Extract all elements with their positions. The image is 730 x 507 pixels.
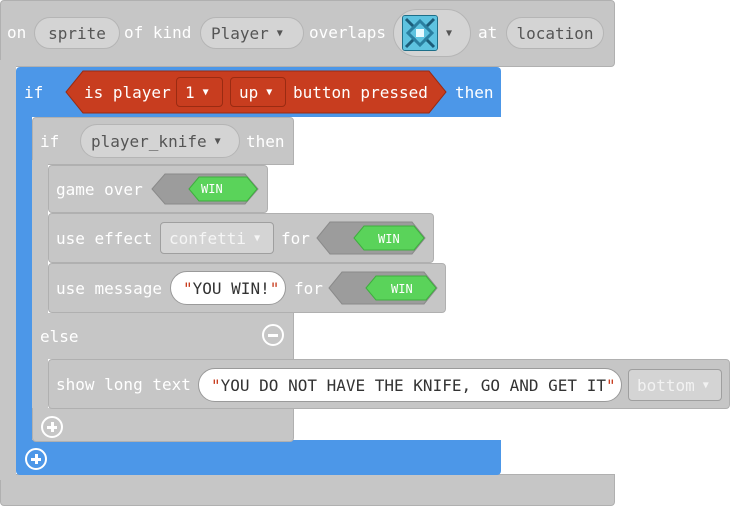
remove-else-button[interactable]: [262, 324, 284, 346]
ice-tile-icon: [402, 15, 438, 51]
kind-dropdown[interactable]: Player ▼: [200, 17, 304, 49]
else-label: else: [40, 327, 79, 346]
game-over-win-value: WIN: [201, 182, 223, 196]
tile-picker[interactable]: ▼: [393, 9, 471, 57]
long-text-string-input[interactable]: " YOU DO NOT HAVE THE KNIFE, GO AND GET I…: [198, 368, 622, 402]
game-over-label: game over: [56, 180, 143, 199]
location-variable[interactable]: location: [506, 17, 604, 49]
if-block-inner-footer: [32, 408, 294, 442]
outer-then-label: then: [455, 83, 494, 102]
event-block-bottom: [0, 474, 615, 506]
event-on-label: on: [7, 23, 27, 42]
win-boolean-effect-slot[interactable]: [316, 221, 426, 255]
of-kind-label: of kind: [124, 23, 192, 42]
inner-if-label: if: [40, 132, 60, 151]
sprite-variable[interactable]: sprite: [34, 17, 120, 49]
button-pressed-label: button pressed: [293, 83, 428, 102]
player-knife-variable[interactable]: player_knife ▼: [80, 124, 240, 158]
if-block-outer-footer: [16, 440, 501, 475]
if-block-outer-rail: [16, 110, 32, 445]
effect-win-value: WIN: [378, 232, 400, 246]
text-position-dropdown[interactable]: bottom ▼: [628, 369, 722, 401]
message-win-value: WIN: [391, 282, 413, 296]
message-for-label: for: [294, 279, 323, 298]
inner-then-label: then: [246, 132, 285, 151]
if-block-inner-rail: [32, 160, 48, 440]
event-block-left-rail: [0, 60, 16, 480]
effect-for-label: for: [281, 229, 310, 248]
use-effect-label: use effect: [56, 229, 153, 248]
message-string-input[interactable]: " YOU WIN! ": [170, 271, 286, 305]
win-boolean-message-slot[interactable]: [328, 271, 438, 305]
outer-add-else-button[interactable]: [25, 448, 47, 470]
outer-if-label: if: [24, 83, 44, 102]
use-message-label: use message: [56, 279, 162, 298]
inner-add-elseif-button[interactable]: [41, 416, 63, 438]
overlaps-label: overlaps: [309, 23, 387, 42]
at-label: at: [478, 23, 498, 42]
show-long-text-label: show long text: [56, 375, 191, 394]
player-number-dropdown[interactable]: 1 ▼: [176, 77, 223, 107]
effect-dropdown[interactable]: confetti ▼: [160, 222, 274, 254]
button-dropdown[interactable]: up ▼: [230, 77, 286, 107]
is-player-label: is player: [84, 83, 171, 102]
